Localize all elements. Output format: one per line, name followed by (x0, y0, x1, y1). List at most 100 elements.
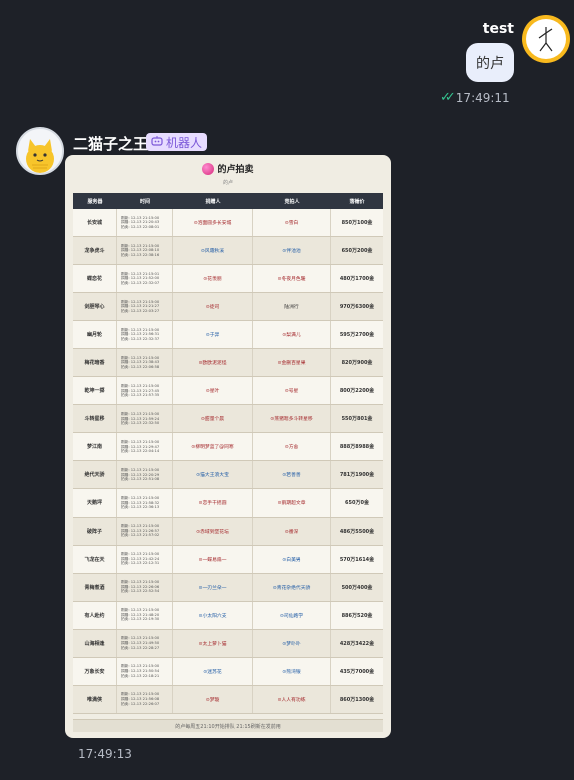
cell-bidder: ⊙方舍 (253, 433, 331, 461)
cell-bidder: 陆洲行 (253, 293, 331, 321)
table-row: 飞龙在天 刷新: 12-13 21:15:00 捐赠: 12-13 21:42:24… (73, 545, 383, 574)
cell-times: 刷新: 12-13 21:15:00 捐赠: 12-13 22:20:29 拍卖: … (117, 461, 173, 489)
cell-server: 幽月轮 (73, 321, 117, 349)
cell-bidder: ⊙青花杂绝代天骄 (253, 573, 331, 601)
cell-times: 刷新: 12-13 21:15:00 捐赠: 12-13 21:26:57 拍卖: … (117, 517, 173, 545)
ball-icon (202, 162, 215, 175)
outgoing-sender-name[interactable]: test (483, 21, 514, 37)
cell-time-auction: 拍卖: 12-13 22:32:07 (121, 280, 160, 285)
cell-donor: ⊙一蝶易扇一 (173, 545, 253, 573)
cell-server: 梅花暗香 (73, 349, 117, 377)
cell-time-auction: 拍卖: 12-13 22:32:50 (121, 421, 160, 426)
cell-price: 428万3422金 (339, 640, 375, 647)
cell-time-auction: 拍卖: 12-13 22:06:58 (121, 365, 160, 370)
header-server: 服务器 (87, 198, 103, 205)
incoming-avatar[interactable] (16, 127, 64, 175)
cell-price: 850万100金 (341, 220, 373, 227)
cell-times: 刷新: 12-13 21:15:00 捐赠: 12-13 21:27:45 拍卖: … (117, 377, 173, 405)
cell-time-auction: 拍卖: 12-13 22:26:07 (121, 701, 160, 706)
cell-time-auction: 拍卖: 12-13 22:08:01 (121, 224, 160, 229)
table-body: 长安城 刷新: 12-13 21:15:00 捐赠: 12-13 21:20:43 拍… (73, 209, 383, 714)
cell-time-auction: 拍卖: 12-13 22:18:21 (121, 673, 160, 678)
cell-bidder: ⊙熊湾银 (253, 657, 331, 685)
cell-donor: ⊙赤域到堡花坛 (173, 517, 253, 545)
cell-time-auction: 拍卖: 12-13 22:03:27 (121, 308, 160, 313)
outgoing-avatar[interactable] (522, 15, 570, 63)
cell-donor: ⊙柳明梦蓝了@同寒 (173, 433, 253, 461)
cell-price: 650万0金 (345, 500, 369, 507)
cell-time-auction: 拍卖: 12-13 21:57:02 (121, 533, 160, 538)
robot-icon (151, 135, 163, 149)
cell-donor: ⊙太上萝卜猫 (173, 629, 253, 657)
bot-badge: 机器人 (146, 133, 208, 151)
cell-price: 800万2200金 (339, 388, 375, 395)
cell-times: 刷新: 12-13 21:15:00 捐赠: 12-13 21:50:54 拍卖: … (117, 657, 173, 685)
table-row: 有人赴约 刷新: 12-13 21:15:00 捐赠: 12-13 21:48:20… (73, 601, 383, 630)
cell-price: 886万520金 (341, 612, 373, 619)
table-row: 蝶恋花 刷新: 12-13 21:15:01 捐赠: 12-13 21:52:00 拍… (73, 265, 383, 294)
table-row: 幽月轮 刷新: 12-13 21:15:00 捐赠: 12-13 21:56:31 拍… (73, 321, 383, 350)
cell-times: 刷新: 12-13 21:15:00 捐赠: 12-13 21:29:47 拍卖: … (117, 433, 173, 461)
table-row: 斗转星移 刷新: 12-13 21:15:00 捐赠: 12-13 21:59:24… (73, 405, 383, 434)
cell-server: 万象长安 (73, 657, 117, 685)
table-row: 乾坤一掷 刷新: 12-13 21:15:00 捐赠: 12-13 21:27:45… (73, 377, 383, 406)
cell-donor: ⊙风霜秋溪 (173, 237, 253, 265)
cell-donor: ⊙小太阳六支 (173, 601, 253, 629)
cell-donor: ⊙一刃兰朵一 (173, 573, 253, 601)
outgoing-message-text: 的卢 (476, 55, 504, 72)
card-title-text: 的卢拍卖 (217, 165, 254, 175)
cell-server: 山海相逢 (73, 629, 117, 657)
cell-price: 888万8988金 (339, 444, 375, 451)
cell-price: 435万7000金 (339, 668, 375, 675)
cell-price: 486万5500金 (339, 528, 375, 535)
cell-times: 刷新: 12-13 21:15:00 捐赠: 12-13 22:08:10 拍卖: … (117, 237, 173, 265)
table-row: 唯满侠 刷新: 12-13 21:15:00 捐赠: 12-13 21:56:08 拍… (73, 685, 383, 714)
outgoing-message-bubble[interactable]: 的卢 (466, 43, 514, 82)
cell-donor: ⊙欧欧泥泥怪 (173, 349, 253, 377)
cell-times: 刷新: 12-13 21:15:00 捐赠: 12-13 21:58:32 拍卖: … (117, 489, 173, 517)
double-check-icon: ✓✓ (440, 90, 456, 105)
outgoing-time: 17:49:11 (455, 90, 510, 105)
table-row: 绝代天骄 刷新: 12-13 21:15:00 捐赠: 12-13 22:20:29… (73, 461, 383, 490)
cell-bidder: ⊙雪白 (253, 209, 331, 237)
incoming-sender-name[interactable]: 二猫子之王 (73, 133, 148, 154)
cell-times: 刷新: 12-13 21:15:00 捐赠: 12-13 21:56:08 拍卖: … (117, 685, 173, 713)
cell-price: 550万801金 (341, 416, 373, 423)
cell-price: 595万2700金 (339, 332, 375, 339)
cell-server: 青梅煮酒 (73, 573, 117, 601)
table-row: 天鹅坪 刷新: 12-13 21:15:00 捐赠: 12-13 21:58:32 拍… (73, 489, 383, 518)
cell-server: 龙争虎斗 (73, 237, 117, 265)
cell-server: 飞龙在天 (73, 545, 117, 573)
bot-badge-label: 机器人 (166, 135, 203, 150)
cell-donor: ⊙徒司 (173, 293, 253, 321)
cell-server: 唯满侠 (73, 685, 117, 713)
cell-times: 刷新: 12-13 21:15:00 捐赠: 12-13 22:26:06 拍卖: … (117, 573, 173, 601)
cell-times: 刷新: 12-13 21:15:01 捐赠: 12-13 21:52:00 拍卖: … (117, 265, 173, 293)
cell-times: 刷新: 12-13 21:15:00 捐赠: 12-13 21:56:31 拍卖: … (117, 321, 173, 349)
cell-time-auction: 拍卖: 12-13 21:57:35 (121, 393, 160, 398)
cell-bidder: ⊙鹅期超文章 (253, 489, 331, 517)
cell-server: 有人赴约 (73, 601, 117, 629)
auction-card-image[interactable]: 的卢拍卖 的卢 服务器 时间 捐赠人 竞拍人 落锤价 长安城 刷新: 12-13 … (65, 155, 391, 738)
cell-server: 梦江南 (73, 433, 117, 461)
cell-server: 乾坤一掷 (73, 377, 117, 405)
table-row: 剑胆琴心 刷新: 12-13 21:15:00 捐赠: 12-13 21:21:27… (73, 293, 383, 322)
table-row: 龙争虎斗 刷新: 12-13 21:15:00 捐赠: 12-13 22:08:10… (73, 237, 383, 266)
cell-bidder: ⊙梦卟卟 (253, 629, 331, 657)
table-row: 梦江南 刷新: 12-13 21:15:00 捐赠: 12-13 21:29:47 拍… (73, 433, 383, 462)
table-row: 梅花暗香 刷新: 12-13 21:15:00 捐赠: 12-13 21:38:43… (73, 349, 383, 378)
cell-time-auction: 拍卖: 12-13 22:52:54 (121, 589, 160, 594)
cell-price: 480万1700金 (339, 276, 375, 283)
cell-donor: ⊙于羿 (173, 321, 253, 349)
cell-server: 斗转星移 (73, 405, 117, 433)
cell-times: 刷新: 12-13 21:15:00 捐赠: 12-13 21:48:20 拍卖: … (117, 601, 173, 629)
cell-time-auction: 拍卖: 12-13 22:04:14 (121, 449, 160, 454)
header-bidder: 竞拍人 (284, 198, 300, 205)
table-row: 万象长安 刷新: 12-13 21:15:00 捐赠: 12-13 21:50:54… (73, 657, 383, 686)
cell-price: 500万400金 (341, 584, 373, 591)
cell-time-auction: 拍卖: 12-13 22:28:27 (121, 645, 160, 650)
card-subtitle: 的卢 (222, 180, 233, 186)
cell-bidder: ⊙号星 (253, 377, 331, 405)
header-time: 时间 (139, 198, 150, 205)
cell-price: 650万200金 (341, 248, 373, 255)
